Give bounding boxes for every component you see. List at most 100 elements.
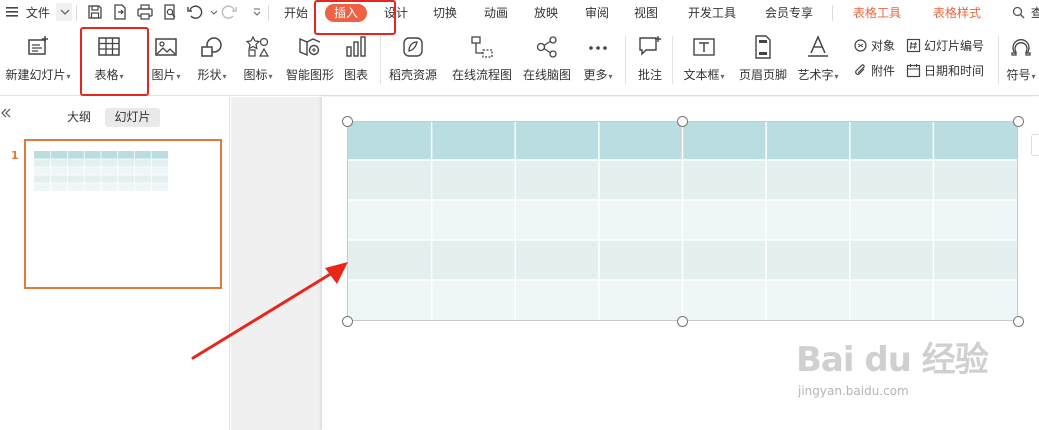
object-icon bbox=[853, 38, 868, 53]
undo-button[interactable] bbox=[186, 3, 204, 21]
insert-ribbon: 新建幻灯片▾ 表格▾ 图片▾ 形状▾ 图标▾ 智能图形 图表 稻壳资源 在线流程… bbox=[0, 26, 1039, 96]
wordart-icon bbox=[805, 34, 831, 60]
icons-button[interactable]: 图标▾ bbox=[238, 32, 278, 88]
save-button[interactable] bbox=[86, 3, 104, 21]
tab-home[interactable]: 开始 bbox=[280, 4, 312, 22]
textbox-icon bbox=[691, 34, 717, 60]
resize-handle-bottom-center[interactable] bbox=[677, 316, 688, 327]
tab-slides[interactable]: 幻灯片 bbox=[105, 108, 160, 127]
resize-handle-top-center[interactable] bbox=[677, 116, 688, 127]
smart-graphic-button[interactable]: 智能图形 bbox=[284, 32, 336, 88]
slide-number-label: 幻灯片编号 bbox=[924, 39, 985, 53]
undo-icon bbox=[186, 3, 204, 21]
shapes-button[interactable]: 形状▾ bbox=[192, 32, 232, 88]
collapse-pane-button[interactable] bbox=[0, 107, 12, 123]
redo-button[interactable] bbox=[220, 3, 238, 21]
object-label: 对象 bbox=[871, 39, 896, 53]
slide-number-button[interactable]: 幻灯片编号 bbox=[906, 36, 984, 56]
export-pdf-button[interactable] bbox=[111, 3, 129, 21]
export-icon bbox=[111, 3, 129, 21]
undo-dropdown[interactable] bbox=[205, 3, 218, 21]
picture-button[interactable]: 图片▾ bbox=[146, 32, 186, 88]
tab-view[interactable]: 视图 bbox=[630, 4, 662, 22]
chevron-down-icon: ▾ bbox=[176, 72, 181, 81]
wordart-button[interactable]: 艺术字▾ bbox=[794, 32, 842, 88]
ribbon-separator bbox=[625, 36, 626, 84]
icons-library-icon bbox=[245, 34, 271, 60]
print-preview-button[interactable] bbox=[161, 3, 179, 21]
print-preview-icon bbox=[161, 3, 179, 21]
calendar-icon bbox=[906, 63, 921, 78]
docer-resource-button[interactable]: 稻壳资源 bbox=[386, 32, 440, 88]
header-footer-button[interactable]: 页眉页脚 bbox=[735, 32, 791, 88]
attachment-button[interactable]: 附件 bbox=[853, 61, 895, 81]
mindmap-icon bbox=[534, 34, 560, 60]
comment-label: 批注 bbox=[637, 68, 662, 82]
header-footer-icon bbox=[750, 34, 776, 60]
flowchart-icon bbox=[469, 34, 495, 60]
date-time-button[interactable]: 日期和时间 bbox=[906, 61, 984, 81]
symbol-omega-icon bbox=[1008, 34, 1034, 60]
resize-handle-top-right[interactable] bbox=[1013, 116, 1024, 127]
hamburger-icon bbox=[6, 0, 18, 26]
customize-quick-access[interactable] bbox=[248, 3, 261, 21]
file-menu-label: 文件 bbox=[25, 6, 50, 20]
chevron-down-icon: ▾ bbox=[1031, 72, 1036, 81]
comment-icon bbox=[637, 34, 663, 60]
printer-icon bbox=[136, 3, 154, 21]
textbox-button[interactable]: 文本框▾ bbox=[678, 32, 730, 88]
comment-button[interactable]: 批注 bbox=[632, 32, 668, 88]
tab-outline[interactable]: 大纲 bbox=[62, 108, 96, 127]
docer-resource-label: 稻壳资源 bbox=[388, 68, 437, 82]
more-button[interactable]: 更多▾ bbox=[578, 32, 618, 88]
chevron-down-icon bbox=[248, 3, 261, 21]
icons-label: 图标 bbox=[243, 68, 268, 82]
symbol-button[interactable]: 符号▾ bbox=[1004, 32, 1038, 88]
resize-handle-bottom-right[interactable] bbox=[1013, 316, 1024, 327]
wordart-label: 艺术字 bbox=[797, 68, 834, 82]
new-slide-icon bbox=[25, 34, 51, 60]
tab-table-tools[interactable]: 表格工具 bbox=[848, 4, 906, 22]
inserted-table[interactable] bbox=[347, 121, 1018, 321]
floating-toolbar-toggle[interactable] bbox=[1031, 134, 1039, 156]
chart-icon bbox=[343, 34, 369, 60]
ribbon-separator bbox=[380, 36, 381, 84]
tab-review[interactable]: 审阅 bbox=[581, 4, 613, 22]
tab-transitions[interactable]: 切换 bbox=[429, 4, 461, 22]
online-mindmap-button[interactable]: 在线脑图 bbox=[520, 32, 574, 88]
tab-member-exclusive[interactable]: 会员专享 bbox=[760, 4, 818, 22]
resize-handle-top-left[interactable] bbox=[342, 116, 353, 127]
print-button[interactable] bbox=[136, 3, 154, 21]
tab-table-style[interactable]: 表格样式 bbox=[928, 4, 986, 22]
chart-label: 图表 bbox=[343, 68, 368, 82]
chart-button[interactable]: 图表 bbox=[338, 32, 374, 88]
smart-graphic-icon bbox=[297, 34, 323, 60]
online-mindmap-label: 在线脑图 bbox=[522, 68, 571, 82]
save-icon bbox=[86, 3, 104, 21]
picture-icon bbox=[153, 34, 179, 60]
object-button[interactable]: 对象 bbox=[853, 36, 895, 56]
date-time-label: 日期和时间 bbox=[924, 64, 985, 78]
file-menu-dropdown[interactable] bbox=[56, 3, 72, 21]
search-label: 查找 bbox=[1030, 6, 1039, 20]
thumbnail-table-preview bbox=[34, 151, 168, 191]
tab-slideshow[interactable]: 放映 bbox=[530, 4, 562, 22]
tab-developer-tools[interactable]: 开发工具 bbox=[683, 4, 741, 22]
chevron-down-icon: ▾ bbox=[720, 72, 725, 81]
file-menu-button[interactable]: 文件 bbox=[6, 0, 50, 26]
chevron-down-icon: ▾ bbox=[222, 72, 227, 81]
attachment-icon bbox=[853, 63, 868, 78]
search-button[interactable]: 查找 bbox=[1012, 0, 1039, 26]
red-arrow-annotation bbox=[191, 262, 348, 360]
menu-separator bbox=[76, 5, 77, 21]
tab-animations[interactable]: 动画 bbox=[480, 4, 512, 22]
table-grid[interactable] bbox=[348, 122, 1017, 320]
chevron-down-icon: ▾ bbox=[608, 72, 613, 81]
highlight-box-insert-tab bbox=[314, 0, 396, 35]
chevron-down-icon bbox=[205, 3, 218, 21]
new-slide-button[interactable]: 新建幻灯片▾ bbox=[2, 32, 74, 88]
menu-separator bbox=[268, 5, 269, 21]
online-flowchart-button[interactable]: 在线流程图 bbox=[449, 32, 515, 88]
more-dots-icon bbox=[585, 34, 611, 60]
ribbon-separator bbox=[998, 36, 999, 84]
